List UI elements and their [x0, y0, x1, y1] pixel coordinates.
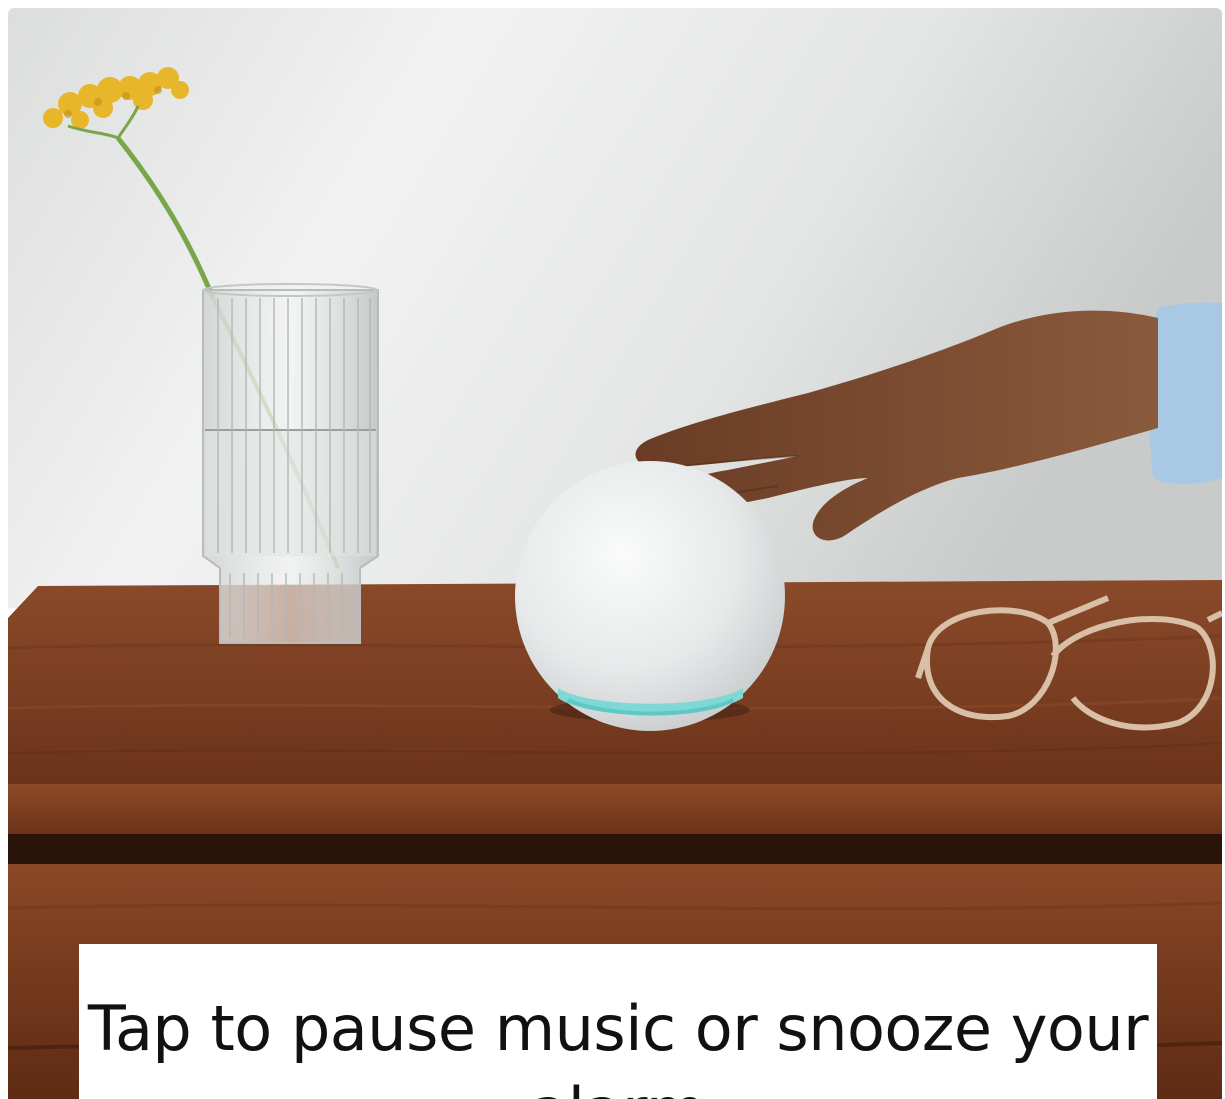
- caption-card: Tap to pause music or snooze your alarm: [79, 944, 1157, 1099]
- caption-text: Tap to pause music or snooze your alarm: [87, 992, 1149, 1099]
- product-photo: [8, 8, 1222, 1099]
- product-image-frame: Tap to pause music or snooze your alarm: [0, 0, 1225, 1099]
- smart-speaker: [515, 461, 785, 731]
